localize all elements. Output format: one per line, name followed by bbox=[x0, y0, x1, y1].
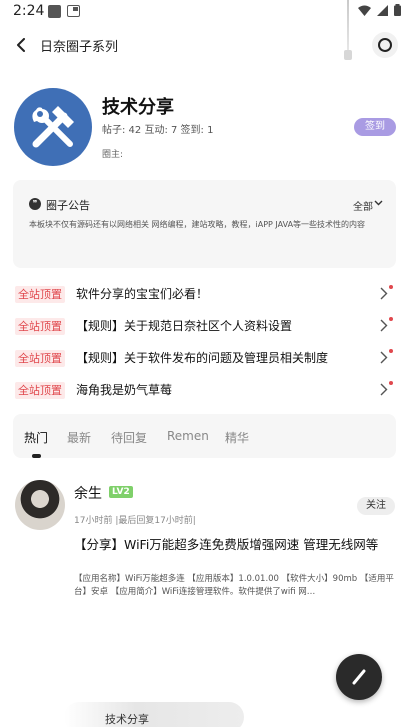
new-post-button[interactable] bbox=[336, 654, 382, 700]
unread-dot bbox=[389, 349, 393, 353]
back-button[interactable] bbox=[10, 34, 32, 56]
notification-icon bbox=[48, 5, 61, 18]
status-indicators bbox=[358, 4, 401, 16]
sim-card-icon bbox=[67, 5, 80, 17]
pinned-title: 软件分享的宝宝们必看！ bbox=[76, 287, 209, 301]
chevron-right-icon bbox=[380, 351, 388, 364]
level-badge: LV2 bbox=[109, 486, 133, 498]
search-icon bbox=[378, 38, 392, 52]
post-tabs: 热门 最新 待回复 Remen 精华 bbox=[13, 414, 396, 458]
follow-button[interactable]: 关注 bbox=[357, 497, 395, 515]
tab-hot[interactable]: 热门 bbox=[24, 429, 48, 446]
pinned-item[interactable]: 全站顶置 海角我是奶气草莓 bbox=[0, 377, 409, 409]
tab-featured[interactable]: 精华 bbox=[225, 429, 249, 446]
circle-header: 技术分享 帖子: 42 互动: 7 签到: 1 圈主: 签到 bbox=[0, 88, 409, 168]
announcement-body: 本板块不仅有源码还有以网络相关 网络编程，建站攻略，教程，iAPP JAVA等一… bbox=[29, 220, 366, 229]
bottom-tag-background bbox=[64, 702, 244, 727]
pinned-list: 全站顶置 软件分享的宝宝们必看！ 全站顶置 【规则】关于规范日奈社区个人资料设置… bbox=[0, 281, 409, 409]
circle-stats: 帖子: 42 互动: 7 签到: 1 bbox=[102, 125, 214, 136]
pinned-badge: 全站顶置 bbox=[15, 318, 65, 335]
tab-awaiting-reply[interactable]: 待回复 bbox=[111, 429, 147, 446]
unread-dot bbox=[389, 381, 393, 385]
post-card[interactable]: 余生 LV2 17小时前 |最后回复17小时前| 关注 【分享】WiFi万能超多… bbox=[0, 478, 409, 608]
battery-icon bbox=[394, 4, 401, 16]
top-bar: 日奈圈子系列 bbox=[0, 28, 409, 62]
bottom-circle-tag[interactable]: 技术分享 bbox=[105, 711, 149, 727]
post-time: 17小时前 |最后回复17小时前| bbox=[74, 516, 196, 526]
signal-icon bbox=[377, 4, 388, 16]
pinned-title: 【规则】关于规范日奈社区个人资料设置 bbox=[76, 319, 293, 333]
announcement-title: 圈子公告 bbox=[46, 199, 90, 212]
post-excerpt: 【应用名称】WiFi万能超多连 【应用版本】1.0.01.00 【软件大小】90… bbox=[74, 574, 394, 597]
pinned-title: 【规则】关于软件发布的问题及管理员相关制度 bbox=[76, 351, 329, 365]
wifi-icon bbox=[358, 5, 371, 16]
chevron-right-icon bbox=[380, 383, 388, 396]
quote-icon: ❞ bbox=[29, 198, 41, 210]
signin-button[interactable]: 签到 bbox=[354, 118, 396, 136]
announcement-card: ❞ 圈子公告 全部 本板块不仅有源码还有以网络相关 网络编程，建站攻略，教程，i… bbox=[13, 180, 396, 268]
chevron-down-icon[interactable] bbox=[374, 200, 383, 206]
tab-latest[interactable]: 最新 bbox=[67, 429, 91, 446]
announcement-filter[interactable]: 全部 bbox=[353, 198, 373, 213]
circle-owner: 圈主: bbox=[102, 150, 124, 160]
pinned-item[interactable]: 全站顶置 软件分享的宝宝们必看！ bbox=[0, 281, 409, 313]
circle-logo bbox=[14, 88, 92, 166]
tab-remen[interactable]: Remen bbox=[167, 429, 209, 443]
post-author[interactable]: 余生 bbox=[74, 483, 102, 503]
unread-dot bbox=[389, 317, 393, 321]
post-title[interactable]: 【分享】WiFi万能超多连免费版增强网速 管理无线网等 bbox=[74, 535, 396, 554]
pinned-badge: 全站顶置 bbox=[15, 350, 65, 367]
pinned-title: 海角我是奶气草莓 bbox=[76, 383, 173, 397]
unread-dot bbox=[389, 285, 393, 289]
pen-icon bbox=[352, 669, 366, 685]
status-time: 2:24 bbox=[13, 3, 45, 19]
pinned-item[interactable]: 全站顶置 【规则】关于软件发布的问题及管理员相关制度 bbox=[0, 345, 409, 377]
back-arrow-icon bbox=[17, 38, 25, 52]
chevron-right-icon bbox=[380, 287, 388, 300]
circle-name: 技术分享 bbox=[102, 97, 174, 118]
active-tab-indicator bbox=[32, 454, 41, 458]
search-button[interactable] bbox=[372, 32, 398, 58]
pinned-item[interactable]: 全站顶置 【规则】关于规范日奈社区个人资料设置 bbox=[0, 313, 409, 345]
tools-icon bbox=[32, 106, 74, 148]
page-title: 日奈圈子系列 bbox=[40, 40, 119, 55]
avatar[interactable] bbox=[15, 480, 65, 530]
pinned-badge: 全站顶置 bbox=[15, 382, 65, 399]
pinned-badge: 全站顶置 bbox=[15, 286, 65, 303]
chevron-right-icon bbox=[380, 319, 388, 332]
